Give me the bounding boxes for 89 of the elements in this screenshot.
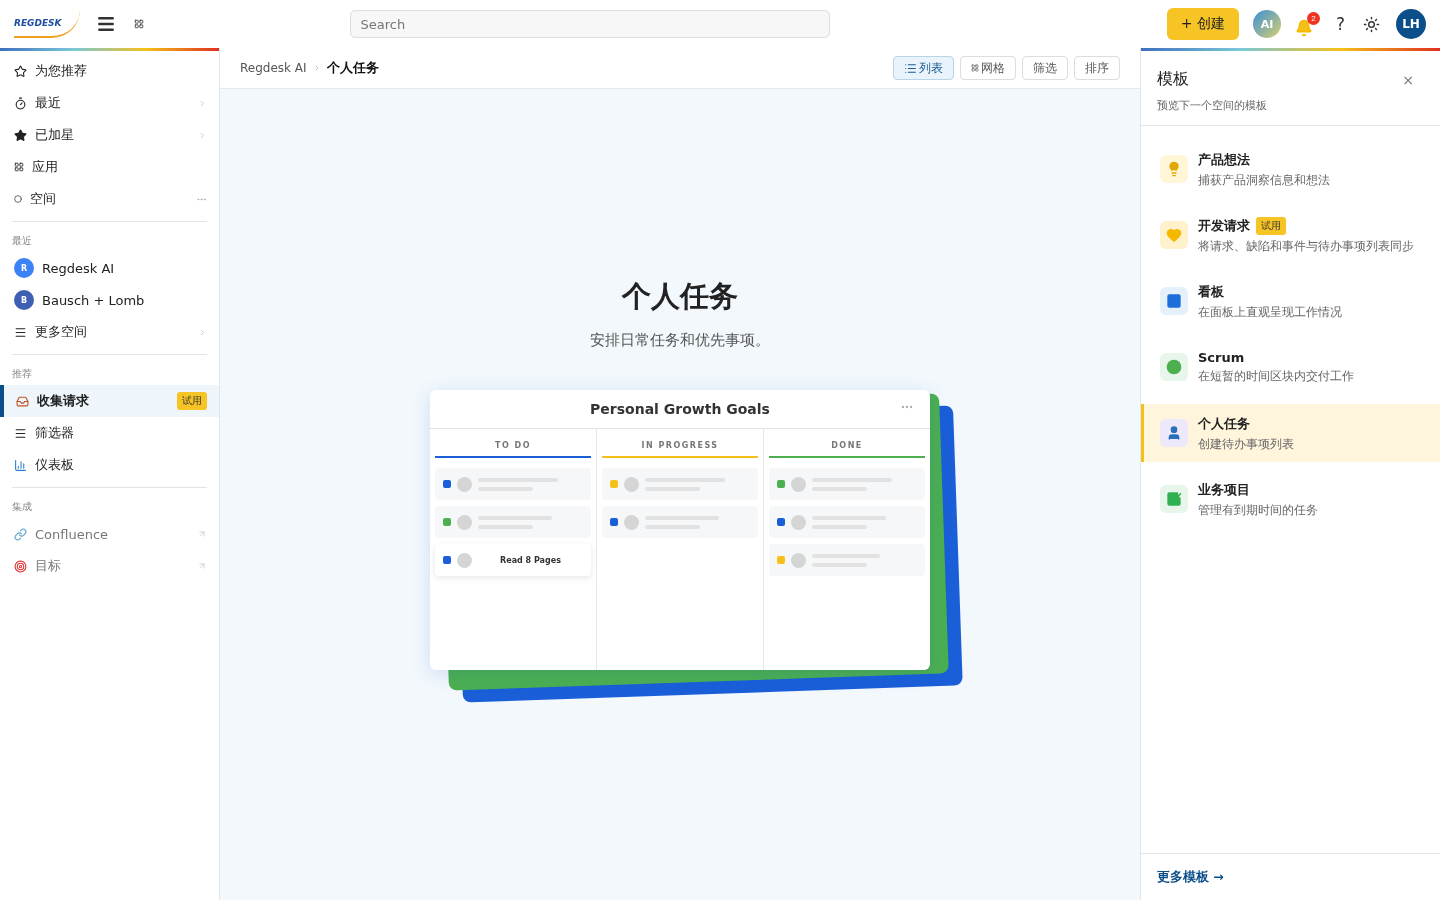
space-avatar: B	[14, 290, 34, 310]
avatar-placeholder-icon	[624, 476, 639, 492]
star-icon	[14, 128, 27, 142]
breadcrumb-link[interactable]: Regdesk AI	[240, 61, 307, 75]
column-heading: DONE	[769, 437, 925, 458]
template-description: 将请求、缺陷和事件与待办事项列表同步	[1198, 238, 1414, 254]
square-icon	[1160, 287, 1188, 315]
external-link-icon	[197, 529, 207, 539]
panel-title: 模板	[1157, 69, 1189, 90]
page-title: 个人任务	[622, 278, 738, 315]
link-icon	[14, 527, 27, 541]
template-item[interactable]: 开发请求 试用 将请求、缺陷和事件与待办事项列表同步	[1141, 206, 1440, 264]
avatar-placeholder-icon	[457, 514, 472, 530]
avatar-placeholder-icon	[791, 476, 806, 492]
avatar-placeholder-icon	[457, 476, 472, 492]
template-description: 捕获产品洞察信息和想法	[1198, 172, 1330, 188]
sidebar-item[interactable]: 最近	[0, 87, 207, 119]
timer-icon	[14, 96, 27, 110]
avatar-placeholder-icon	[791, 514, 806, 530]
section-heading: 集成	[11, 500, 33, 514]
template-description: 在短暂的时间区块内交付工作	[1198, 369, 1354, 384]
external-link-icon	[197, 561, 207, 571]
column-heading: TO DO	[435, 437, 591, 458]
panel-subtitle: 预览下一个空间的模板	[1157, 98, 1268, 113]
grid-icon	[14, 162, 24, 172]
lightbulb-icon	[1160, 155, 1188, 183]
menu-icon	[14, 325, 27, 339]
user-avatar[interactable]: LH	[1396, 9, 1426, 39]
close-button[interactable]: ×	[1396, 71, 1420, 89]
sidebar-item[interactable]: 空间	[0, 183, 207, 215]
avatar-placeholder-icon	[457, 552, 472, 568]
sidebar-item[interactable]: 应用	[0, 151, 207, 183]
trial-badge: 试用	[1256, 216, 1286, 235]
circle-icon	[14, 195, 22, 203]
sidebar-item[interactable]: 更多空间	[0, 316, 207, 348]
menu-icon	[14, 426, 27, 440]
integration-item[interactable]: 目标	[0, 550, 207, 582]
page-subtitle: 安排日常任务和优先事项。	[590, 331, 770, 350]
template-item[interactable]: 看板 在面板上直观呈现工作情况	[1141, 272, 1440, 330]
board-title: Personal Growth Goals	[590, 401, 770, 417]
sidebar-item[interactable]: 仪表板	[0, 449, 207, 481]
avatar-placeholder-icon	[791, 552, 806, 568]
sidebar-item[interactable]: 已加星	[0, 119, 207, 151]
create-button[interactable]: + 创建	[1166, 8, 1239, 40]
regdesk-logo[interactable]: REGDESK	[14, 10, 80, 38]
user-icon	[1160, 419, 1188, 447]
sidebar-item[interactable]: 为您推荐	[0, 55, 207, 87]
space-avatar: R	[14, 258, 34, 278]
target-icon	[14, 559, 27, 573]
view-button[interactable]: 列表	[893, 56, 954, 80]
template-title: 个人任务	[1198, 414, 1250, 433]
template-item[interactable]: 产品想法 捕获产品洞察信息和想法	[1141, 140, 1440, 198]
template-title: 开发请求	[1198, 216, 1250, 235]
section-heading: 最近	[11, 234, 33, 248]
chevron-right-icon	[198, 327, 207, 337]
view-button[interactable]: 网格	[960, 56, 1016, 80]
integration-item[interactable]: Confluence	[0, 518, 207, 550]
space-item[interactable]: R Regdesk AI	[0, 252, 207, 284]
template-description: 管理有到期时间的任务	[1198, 502, 1318, 518]
search-field[interactable]: Search	[349, 10, 830, 38]
list-icon	[904, 61, 917, 75]
template-title: 看板	[1198, 282, 1224, 301]
inbox-icon	[16, 394, 29, 408]
column-heading: IN PROGRESS	[602, 437, 758, 458]
notifications-button[interactable]: 2	[1294, 11, 1320, 37]
sidebar-item[interactable]: 收集请求 试用	[0, 385, 219, 417]
view-button[interactable]: 排序	[1074, 56, 1120, 80]
template-item[interactable]: Scrum 在短暂的时间区块内交付工作	[1141, 338, 1440, 396]
star-icon	[14, 64, 27, 78]
check-square-icon	[1160, 485, 1188, 513]
sidebar-item[interactable]: 筛选器	[0, 417, 207, 449]
template-title: 产品想法	[1198, 150, 1250, 169]
template-description: 创建待办事项列表	[1198, 436, 1294, 452]
help-button[interactable]: ?	[1333, 12, 1347, 36]
bar-chart-icon	[14, 458, 27, 472]
template-title: 业务项目	[1198, 480, 1250, 499]
space-item[interactable]: B Bausch + Lomb	[0, 284, 207, 316]
trial-badge: 试用	[177, 392, 207, 410]
template-item[interactable]: 个人任务 创建待办事项列表	[1141, 404, 1440, 462]
task-card: Read 8 Pages	[435, 544, 591, 576]
more-templates-link[interactable]: 更多模板 →	[1157, 868, 1224, 886]
breadcrumb-link[interactable]: 个人任务	[326, 59, 379, 77]
template-item[interactable]: 业务项目 管理有到期时间的任务	[1141, 470, 1440, 528]
grid-icon	[971, 64, 979, 72]
avatar-placeholder-icon	[624, 514, 639, 530]
template-title: Scrum	[1198, 350, 1245, 365]
section-heading: 推荐	[11, 367, 33, 381]
template-description: 在面板上直观呈现工作情况	[1198, 304, 1342, 320]
view-button[interactable]: 筛选	[1022, 56, 1068, 80]
